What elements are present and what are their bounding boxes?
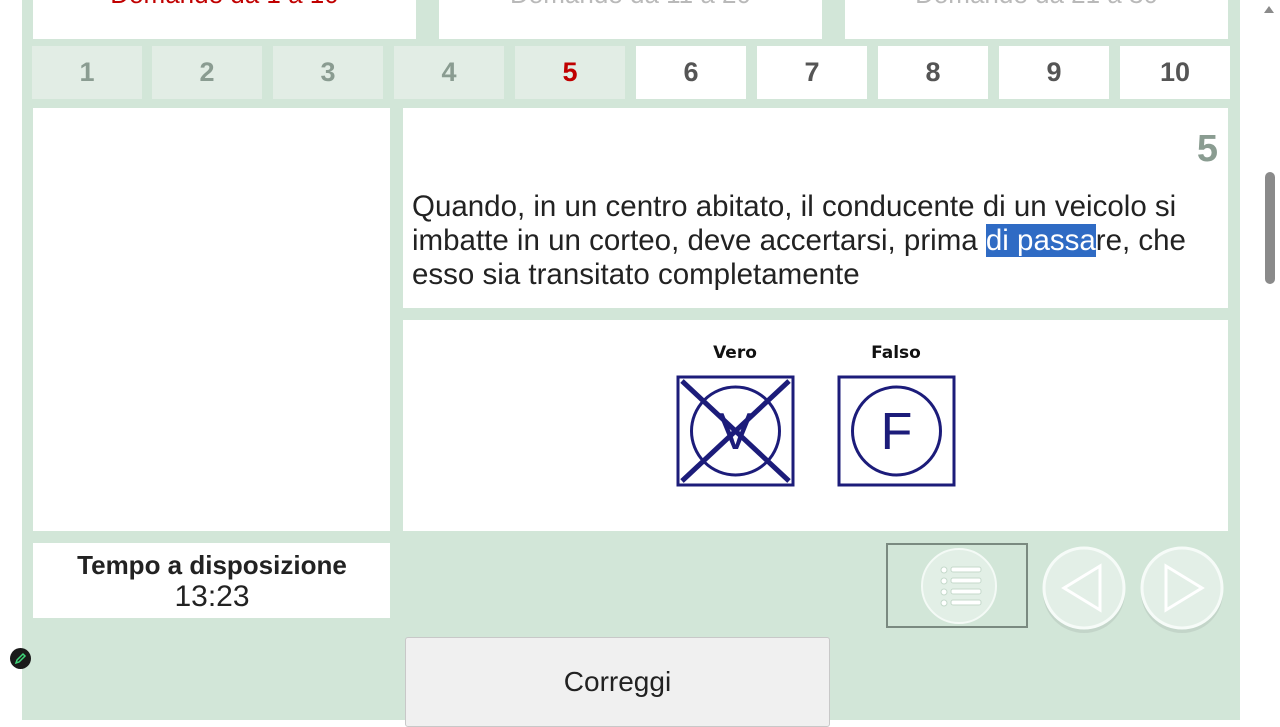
question-panel: 5 Quando, in un centro abitato, il condu…	[403, 108, 1228, 308]
pencil-icon[interactable]	[10, 648, 31, 669]
section-tab-3-label: Domande da 21 a 30	[915, 0, 1158, 9]
question-number-2[interactable]: 2	[152, 46, 262, 99]
true-label: Vero	[713, 343, 757, 363]
section-tab-2-label: Domande da 11 a 20	[510, 0, 751, 9]
question-number-5[interactable]: 5	[515, 46, 625, 99]
question-list-button[interactable]	[886, 543, 1028, 628]
question-number-3[interactable]: 3	[273, 46, 383, 99]
section-tab-3[interactable]: Domande da 21 a 30	[845, 0, 1228, 39]
timer-panel: Tempo a disposizione 13:23	[33, 543, 390, 618]
next-button[interactable]	[1138, 546, 1226, 634]
scroll-up-icon[interactable]	[1264, 6, 1274, 13]
scrollbar-thumb[interactable]	[1265, 172, 1275, 284]
timer-value: 13:23	[174, 580, 250, 613]
question-number-display: 5	[1196, 128, 1218, 170]
false-answer-button[interactable]: F	[837, 375, 956, 487]
section-tab-2[interactable]: Domande da 11 a 20	[439, 0, 822, 39]
question-number-7[interactable]: 7	[757, 46, 867, 99]
question-text-selection: di passa	[985, 224, 1096, 257]
question-number-1[interactable]: 1	[32, 46, 142, 99]
question-text: Quando, in un centro abitato, il conduce…	[412, 190, 1227, 292]
question-number-4[interactable]: 4	[394, 46, 504, 99]
question-number-6[interactable]: 6	[636, 46, 746, 99]
list-icon	[921, 548, 997, 624]
scrollbar[interactable]	[1240, 0, 1280, 720]
section-tab-1-label: Domande da 1 a 10	[110, 0, 338, 9]
question-number-8[interactable]: 8	[878, 46, 988, 99]
answer-panel: Vero Falso V F	[403, 320, 1228, 531]
correct-button[interactable]: Correggi	[405, 637, 830, 727]
timer-title: Tempo a disposizione	[77, 550, 347, 580]
true-answer-button[interactable]: V	[676, 375, 795, 487]
question-number-10[interactable]: 10	[1120, 46, 1230, 99]
correct-button-label: Correggi	[563, 666, 672, 697]
false-answer-letter: F	[881, 403, 913, 461]
question-number-9[interactable]: 9	[999, 46, 1109, 99]
prev-button[interactable]	[1040, 546, 1128, 634]
false-label: Falso	[871, 343, 921, 363]
section-tab-1[interactable]: Domande da 1 a 10	[33, 0, 416, 39]
left-margin	[0, 0, 22, 720]
image-panel	[33, 108, 390, 531]
